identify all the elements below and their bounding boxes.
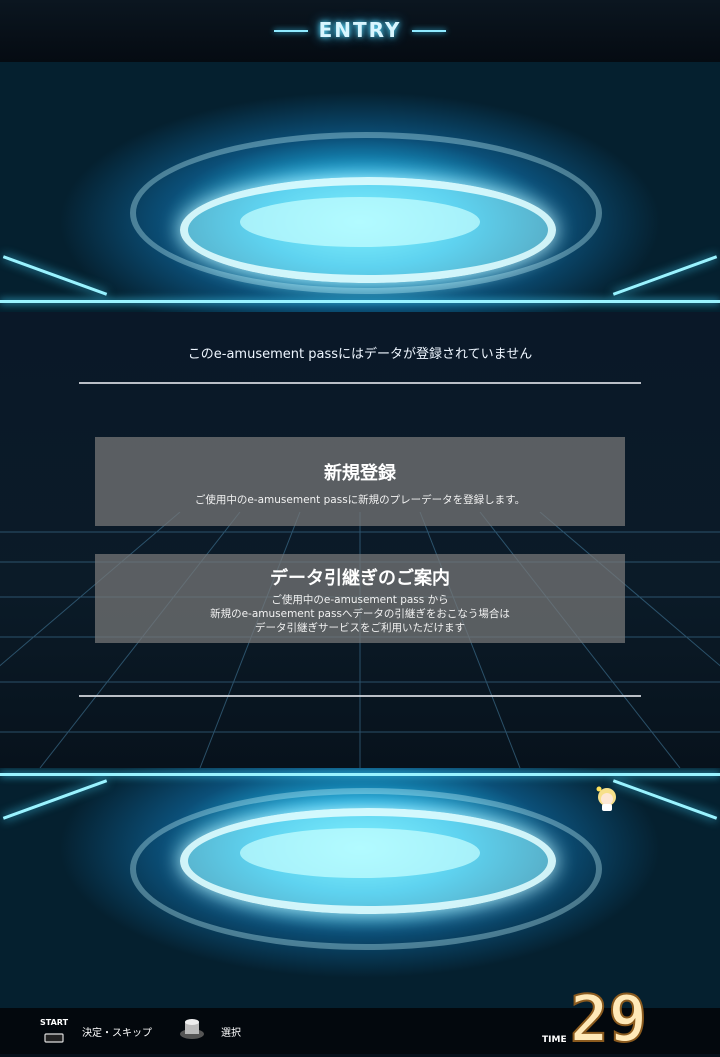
select-hint: 選択: [221, 1028, 241, 1039]
new-registration-title: 新規登録: [324, 463, 396, 484]
time-label: TIME: [542, 1035, 567, 1045]
page-title: ENTRY: [318, 18, 402, 42]
new-registration-desc: ご使用中のe-amusement passに新規のプレーデータを登録します。: [194, 494, 526, 506]
divider-top: [79, 382, 641, 384]
bottom-scene-background: [0, 768, 720, 1008]
select-knob-icon: [178, 1018, 206, 1040]
main-content-area: [0, 312, 720, 768]
data-transfer-title: データ引継ぎのご案内: [270, 568, 450, 589]
start-label: START: [40, 1018, 69, 1027]
top-scene-background: [0, 62, 720, 312]
notice-text: このe-amusement passにはデータが登録されていません: [187, 347, 533, 362]
new-registration-button[interactable]: 新規登録 ご使用中のe-amusement passに新規のプレーデータを登録し…: [95, 437, 625, 526]
confirm-skip-hint: 決定・スキップ: [82, 1028, 152, 1039]
data-transfer-desc-line2: 新規のe-amusement passへデータの引継ぎをおこなう場合は: [210, 608, 510, 620]
data-transfer-info-button[interactable]: データ引継ぎのご案内 ご使用中のe-amusement pass から 新規のe…: [95, 554, 625, 643]
chibi-character-icon: [596, 786, 618, 812]
start-button-icon: [44, 1028, 64, 1043]
countdown-timer: 29: [569, 983, 648, 1057]
data-transfer-desc-line1: ご使用中のe-amusement pass から: [271, 594, 449, 606]
data-transfer-desc-line3: データ引継ぎサービスをご利用いただけます: [255, 622, 465, 634]
divider-bottom: [79, 695, 641, 697]
